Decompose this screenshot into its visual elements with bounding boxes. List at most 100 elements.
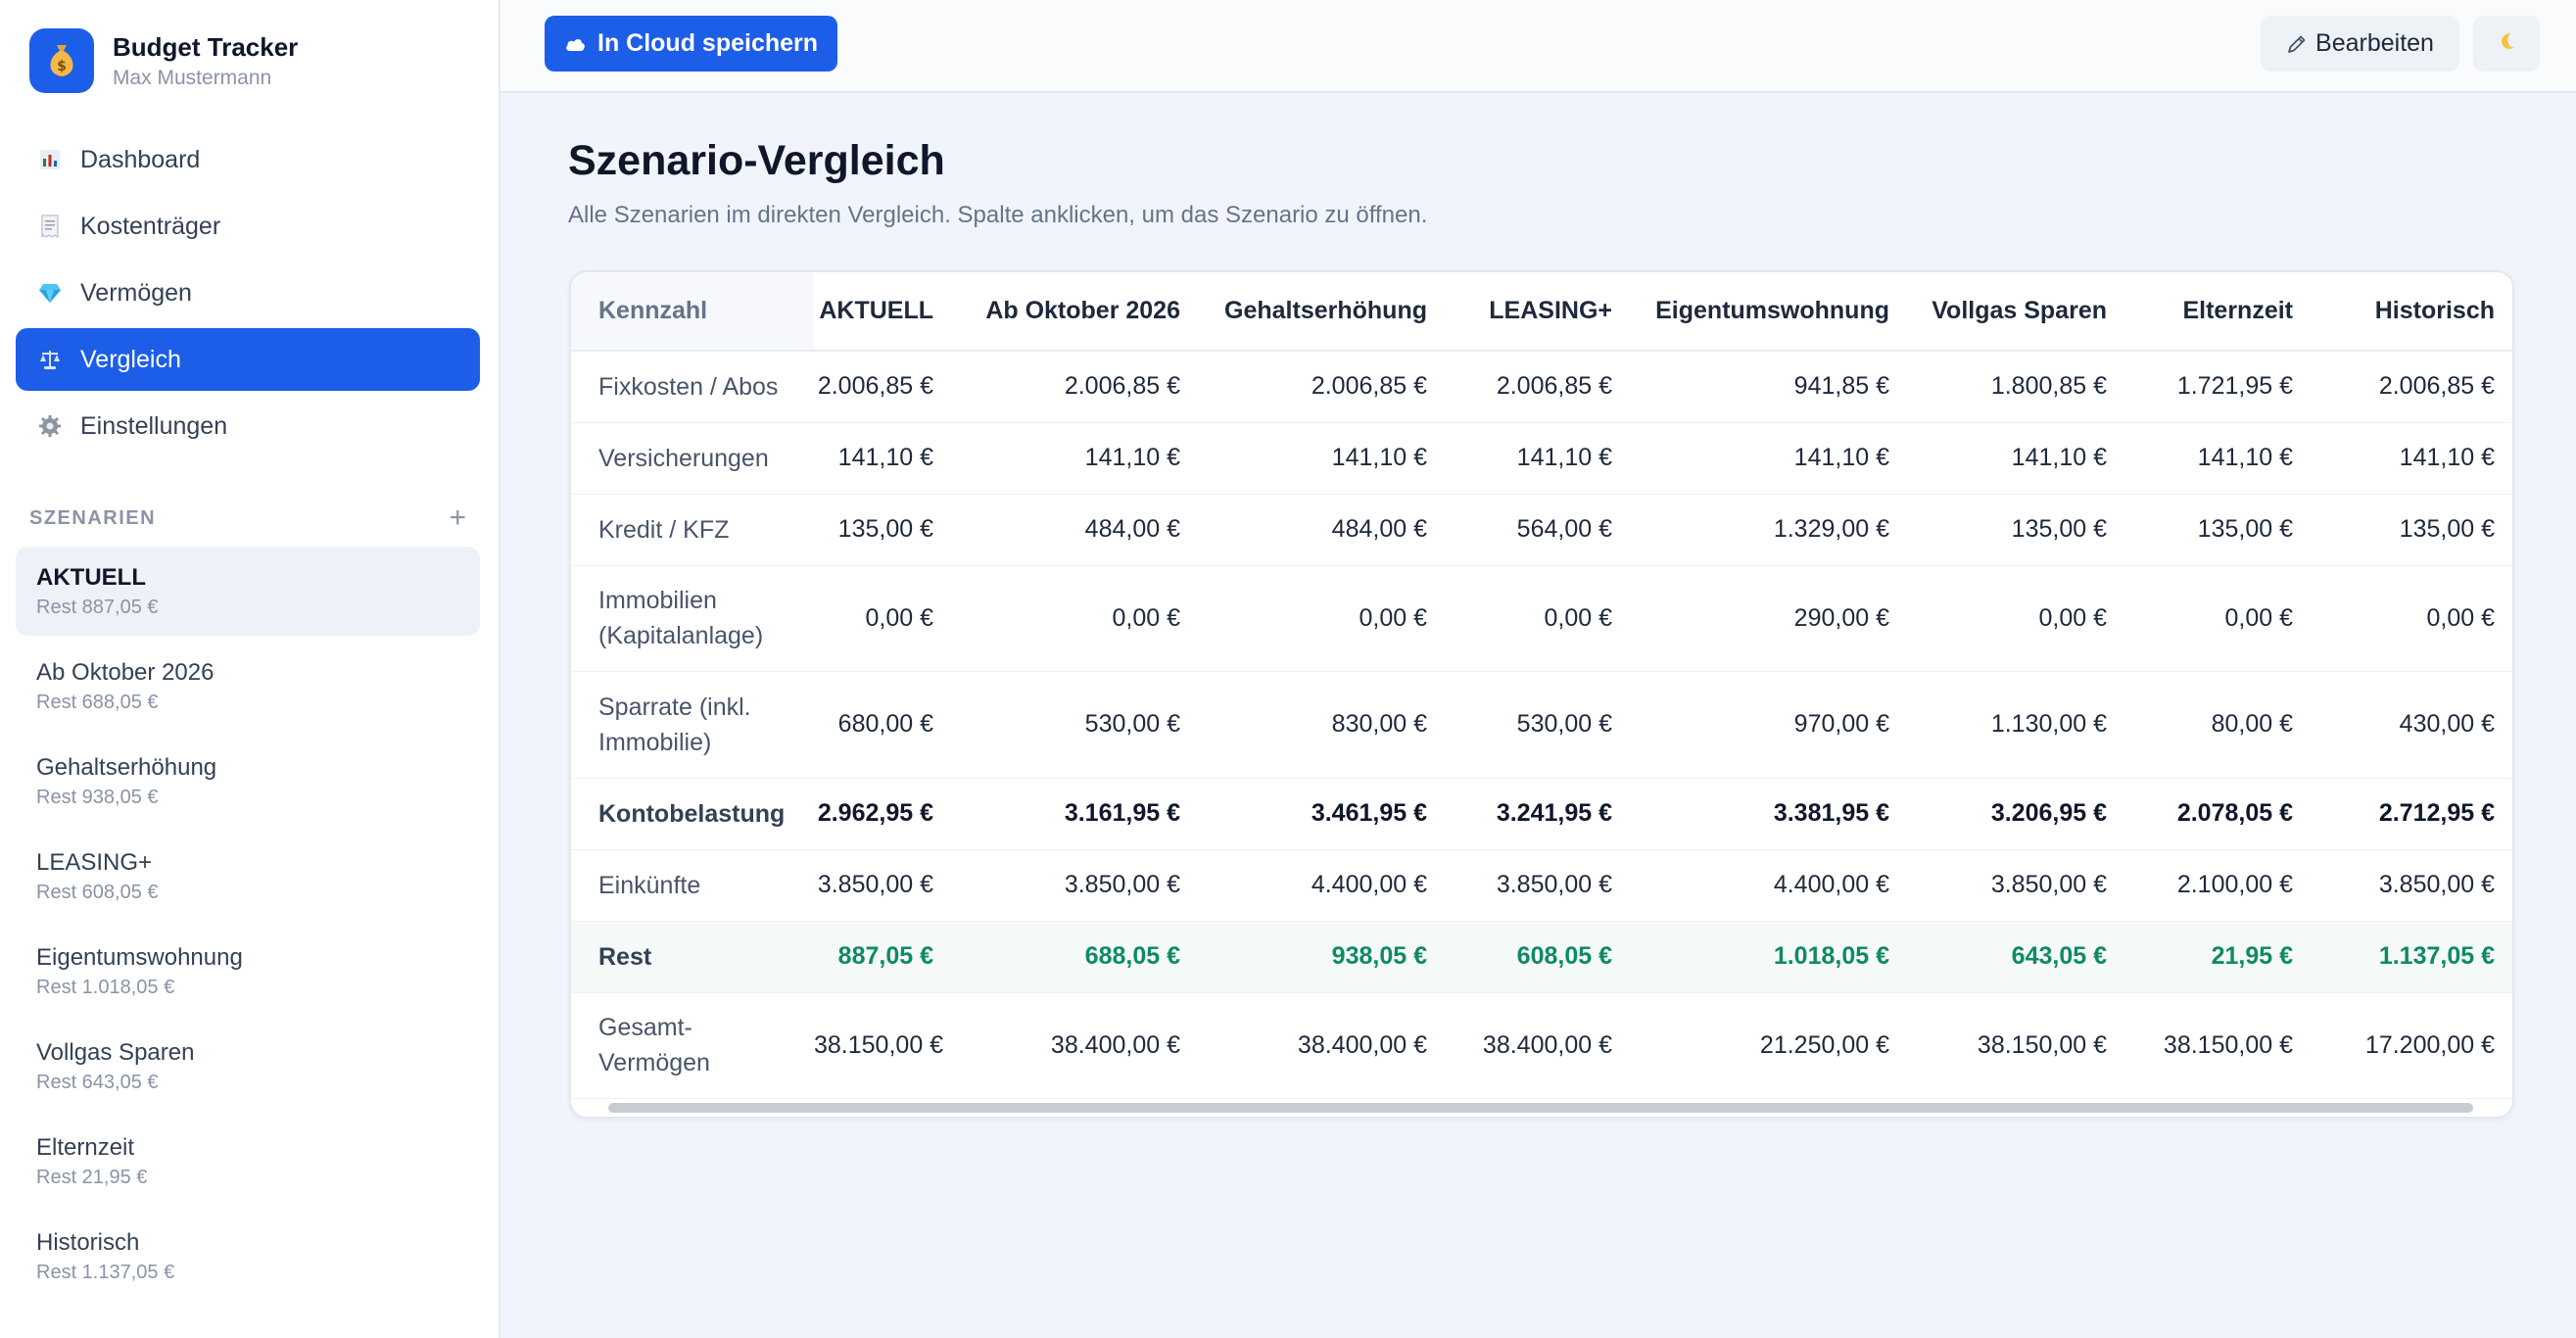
- table-cell: 643,05 €: [1909, 921, 2126, 993]
- table-cell: 38.400,00 €: [953, 992, 1200, 1099]
- table-cell: 1.800,85 €: [1909, 351, 2126, 423]
- table-cell: 0,00 €: [1909, 565, 2126, 672]
- sidebar: $ Budget Tracker Max Mustermann Dashboar…: [0, 0, 501, 1338]
- save-to-cloud-button[interactable]: In Cloud speichern: [545, 16, 837, 72]
- row-label: Rest: [571, 921, 814, 993]
- table-cell: 141,10 €: [953, 422, 1200, 495]
- table-cell: 2.712,95 €: [2313, 778, 2512, 850]
- table-cell: 688,05 €: [953, 921, 1200, 993]
- table-cell: 4.400,00 €: [1200, 849, 1447, 922]
- gem-icon: [37, 280, 63, 306]
- nav-label: Einstellungen: [80, 411, 228, 440]
- nav-item-kostentraeger[interactable]: Kostenträger: [16, 195, 480, 258]
- table-cell: 564,00 €: [1447, 494, 1632, 566]
- table-cell: 2.006,85 €: [1200, 351, 1447, 423]
- scrollbar-thumb[interactable]: [608, 1103, 2473, 1113]
- table-cell: 2.006,85 €: [814, 351, 953, 423]
- scenario-name: Ab Oktober 2026: [36, 659, 215, 686]
- scenario-item-leasing[interactable]: LEASING+ Rest 608,05 €: [16, 832, 480, 921]
- table-cell: 21,95 €: [2126, 921, 2313, 993]
- table-cell: 141,10 €: [814, 422, 953, 495]
- page-subtitle: Alle Szenarien im direkten Vergleich. Sp…: [568, 202, 1428, 228]
- nav-label: Dashboard: [80, 145, 201, 173]
- column-header-historisch[interactable]: Historisch: [2313, 272, 2512, 352]
- column-header-leasing[interactable]: LEASING+: [1447, 272, 1632, 352]
- scenario-item-aktuell[interactable]: AKTUELL Rest 887,05 €: [16, 547, 480, 636]
- column-header-ab-oktober-2026[interactable]: Ab Oktober 2026: [953, 272, 1200, 352]
- table-row-einkuenfte: Einkünfte 3.850,00 € 3.850,00 € 4.400,00…: [571, 849, 2512, 922]
- column-header-vollgas-sparen[interactable]: Vollgas Sparen: [1909, 272, 2126, 352]
- pencil-icon: [2286, 33, 2308, 55]
- table-cell: 3.241,95 €: [1447, 778, 1632, 850]
- scenarios-header: SZENARIEN +: [29, 503, 466, 533]
- row-label: Fixkosten / Abos: [571, 351, 814, 423]
- table-cell: 141,10 €: [2126, 422, 2313, 495]
- table-cell: 38.150,00 €: [1909, 992, 2126, 1099]
- table-cell: 530,00 €: [1447, 671, 1632, 779]
- table-cell: 530,00 €: [953, 671, 1200, 779]
- scenario-name: Elternzeit: [36, 1134, 135, 1161]
- svg-text:$: $: [57, 59, 67, 74]
- table-row-fixkosten: Fixkosten / Abos 2.006,85 € 2.006,85 € 2…: [571, 351, 2512, 423]
- nav-item-dashboard[interactable]: Dashboard: [16, 128, 480, 191]
- scenarios-section-title: SZENARIEN: [29, 506, 157, 529]
- scenario-name: AKTUELL: [36, 564, 146, 591]
- table-cell: 0,00 €: [953, 565, 1200, 672]
- table-row-immobilien: Immobilien (Kapitalanlage) 0,00 € 0,00 €…: [571, 565, 2512, 672]
- column-header-eigentumswohnung[interactable]: Eigentumswohnung: [1632, 272, 1909, 352]
- table-cell: 135,00 €: [1909, 494, 2126, 566]
- table-cell: 0,00 €: [2313, 565, 2512, 672]
- horizontal-scrollbar[interactable]: [608, 1103, 2473, 1113]
- add-scenario-button[interactable]: +: [449, 503, 466, 533]
- table-cell: 141,10 €: [1447, 422, 1632, 495]
- edit-button[interactable]: Bearbeiten: [2261, 16, 2459, 72]
- table-cell: 141,10 €: [1909, 422, 2126, 495]
- scenario-rest: Rest 938,05 €: [36, 787, 159, 808]
- table-cell: 0,00 €: [1200, 565, 1447, 672]
- table-cell: 680,00 €: [814, 671, 953, 779]
- scenario-rest: Rest 21,95 €: [36, 1167, 148, 1188]
- scenario-rest: Rest 887,05 €: [36, 597, 159, 618]
- brand: $ Budget Tracker Max Mustermann: [29, 28, 298, 93]
- column-header-gehaltserhoehung[interactable]: Gehaltserhöhung: [1200, 272, 1447, 352]
- table-row-rest: Rest 887,05 € 688,05 € 938,05 € 608,05 €…: [571, 921, 2512, 993]
- table-cell: 38.400,00 €: [1447, 992, 1632, 1099]
- top-bar: In Cloud speichern Bearbeiten: [501, 0, 2576, 93]
- table-cell: 2.006,85 €: [2313, 351, 2512, 423]
- nav-item-vergleich[interactable]: Vergleich: [16, 328, 480, 391]
- table-cell: 141,10 €: [1200, 422, 1447, 495]
- scenario-item-gehaltserhoehung[interactable]: Gehaltserhöhung Rest 938,05 €: [16, 737, 480, 826]
- table-cell: 887,05 €: [814, 921, 953, 993]
- table-cell: 2.006,85 €: [1447, 351, 1632, 423]
- column-header-elternzeit[interactable]: Elternzeit: [2126, 272, 2313, 352]
- table-cell: 941,85 €: [1632, 351, 1909, 423]
- table-cell: 3.161,95 €: [953, 778, 1200, 850]
- table-cell: 38.400,00 €: [1200, 992, 1447, 1099]
- scenario-item-elternzeit[interactable]: Elternzeit Rest 21,95 €: [16, 1117, 480, 1206]
- receipt-icon: [37, 214, 63, 239]
- scenario-item-historisch[interactable]: Historisch Rest 1.137,05 €: [16, 1212, 480, 1301]
- scenario-item-vollgas-sparen[interactable]: Vollgas Sparen Rest 643,05 €: [16, 1022, 480, 1111]
- scenario-name: Gehaltserhöhung: [36, 754, 217, 781]
- column-header-aktuell[interactable]: AKTUELL: [814, 272, 953, 352]
- scenario-item-ab-oktober-2026[interactable]: Ab Oktober 2026 Rest 688,05 €: [16, 642, 480, 731]
- table-cell: 1.130,00 €: [1909, 671, 2126, 779]
- table-cell: 608,05 €: [1447, 921, 1632, 993]
- scenario-rest: Rest 1.018,05 €: [36, 977, 175, 998]
- scenario-rest: Rest 643,05 €: [36, 1072, 159, 1093]
- table-cell: 2.006,85 €: [953, 351, 1200, 423]
- scenario-rest: Rest 608,05 €: [36, 882, 159, 903]
- theme-toggle-button[interactable]: [2473, 16, 2540, 72]
- nav-item-vermoegen[interactable]: Vermögen: [16, 262, 480, 324]
- table-cell: 38.150,00 €: [2126, 992, 2313, 1099]
- table-cell: 2.078,05 €: [2126, 778, 2313, 850]
- table-cell: 290,00 €: [1632, 565, 1909, 672]
- scenario-item-eigentumswohnung[interactable]: Eigentumswohnung Rest 1.018,05 €: [16, 927, 480, 1016]
- comparison-table: Kennzahl AKTUELL Ab Oktober 2026 Gehalts…: [571, 272, 2512, 1099]
- table-cell: 1.721,95 €: [2126, 351, 2313, 423]
- table-row-gesamt-vermoegen: Gesamt-Vermögen 38.150,00 € 38.400,00 € …: [571, 992, 2512, 1099]
- nav-item-einstellungen[interactable]: Einstellungen: [16, 395, 480, 457]
- table-cell: 484,00 €: [953, 494, 1200, 566]
- scenario-name: Vollgas Sparen: [36, 1039, 195, 1066]
- table-cell: 938,05 €: [1200, 921, 1447, 993]
